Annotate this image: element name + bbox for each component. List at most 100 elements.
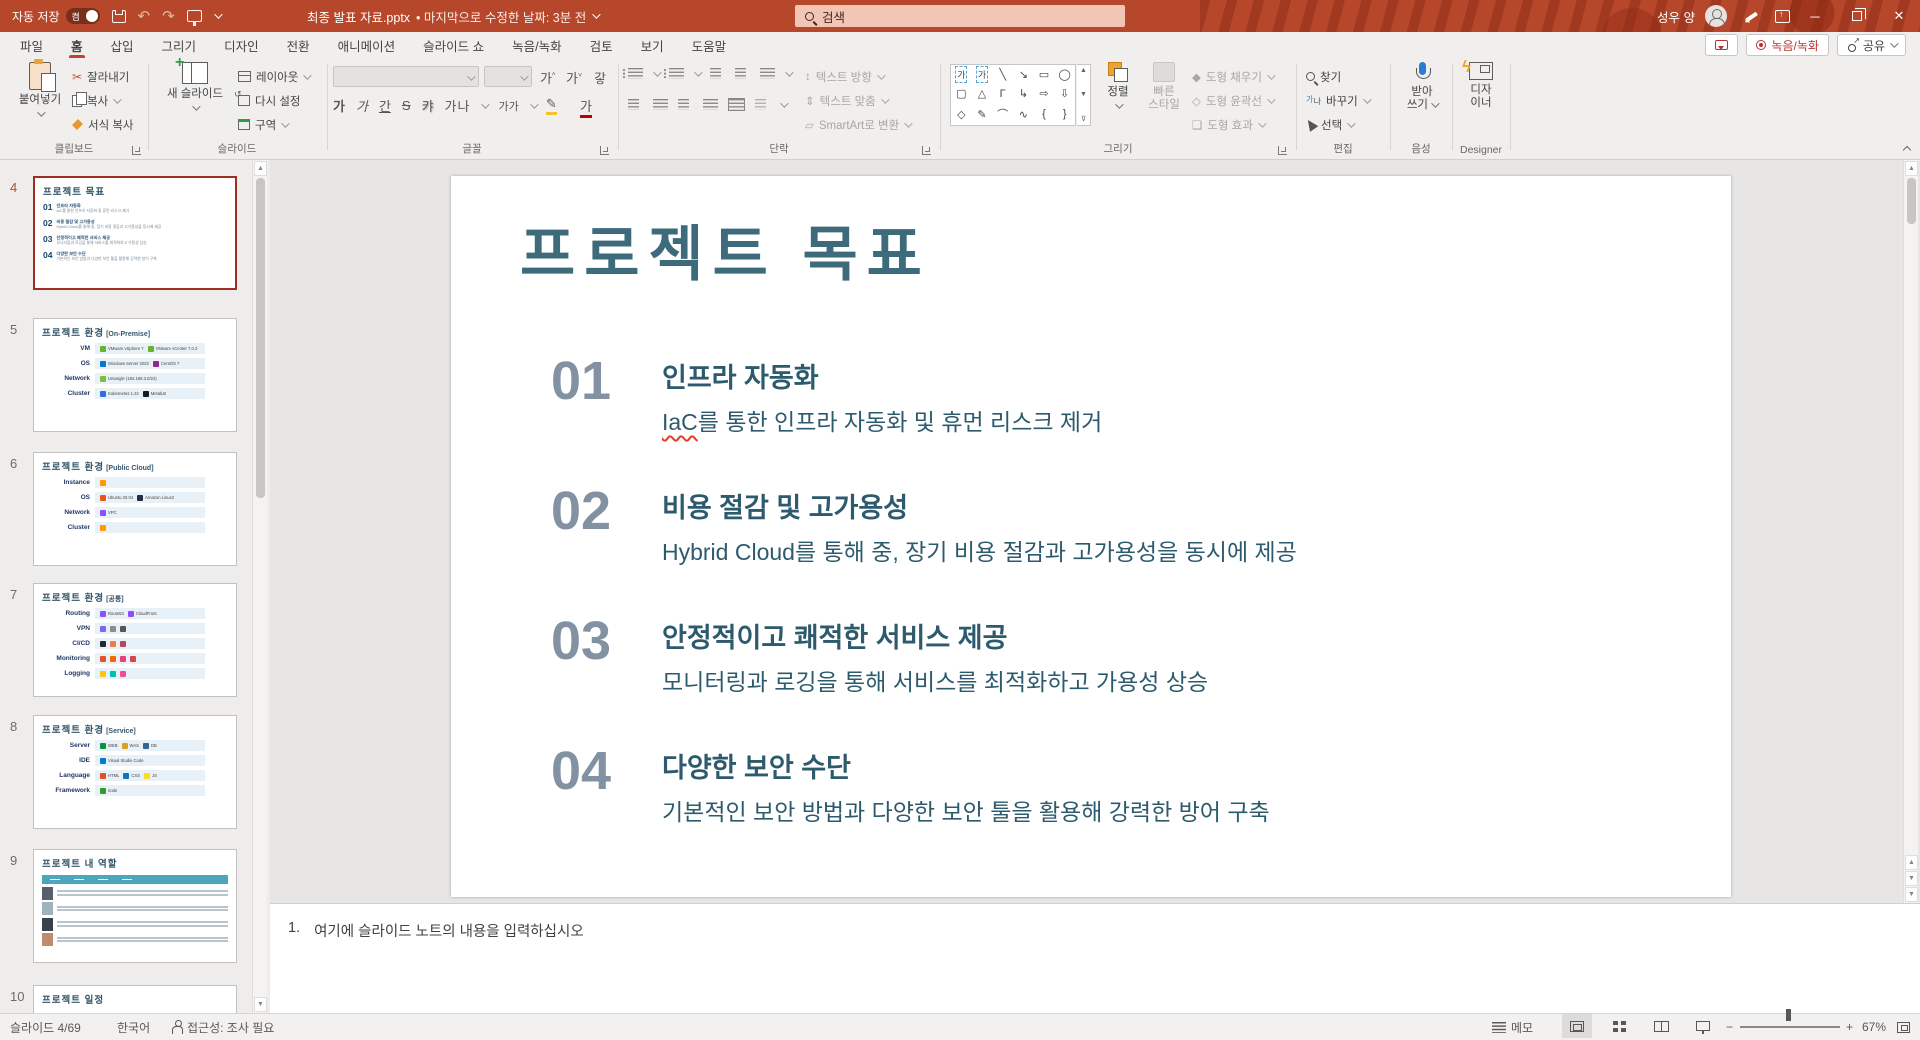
tab-도움말[interactable]: 도움말	[678, 32, 741, 58]
strikethrough-button[interactable]: S	[402, 98, 411, 113]
close-button[interactable]: ✕	[1878, 0, 1920, 32]
thumbnail-slide-9[interactable]: 프로젝트 내 역할	[33, 849, 237, 963]
thumbnail-scroll-down-icon[interactable]: ▼	[254, 997, 267, 1012]
align-left-icon[interactable]	[628, 99, 643, 110]
zoom-in-button[interactable]: +	[1846, 1014, 1853, 1040]
save-icon[interactable]	[111, 9, 126, 23]
slide-goal-item-03[interactable]: 03 안정적이고 쾌적한 서비스 제공 모니터링과 로깅을 통해 서비스를 최적화하…	[551, 614, 1208, 697]
thumbnail-scrollbar[interactable]: ▲ ▼	[252, 160, 267, 1013]
zoom-slider[interactable]	[1740, 1009, 1840, 1040]
slide-sorter-view-button[interactable]	[1604, 1014, 1634, 1038]
thumbnail-slide-8[interactable]: 프로젝트 환경 [Service] Server WEB WAS DB IDE Visual …	[33, 715, 237, 829]
tab-삽입[interactable]: 삽입	[97, 32, 148, 58]
shape-glyph-1[interactable]: 가	[975, 66, 989, 83]
shape-glyph-8[interactable]: Γ	[1000, 88, 1006, 100]
shape-effects-button[interactable]: ❏ 도형 효과	[1192, 114, 1273, 135]
thumbnail-slide-7[interactable]: 프로젝트 환경 [공통] Routing Route53 CloudFront VPN CI…	[33, 583, 237, 697]
font-name-combobox[interactable]	[333, 66, 479, 87]
underline-button[interactable]: 간	[379, 96, 391, 115]
zoom-out-button[interactable]: −	[1726, 1014, 1733, 1040]
text-shadow-button[interactable]: 캬	[422, 96, 434, 115]
normal-view-button[interactable]	[1562, 1014, 1592, 1038]
thumbnail-slide-6[interactable]: 프로젝트 환경 [Public Cloud] Instance OS Ubuntu 20…	[33, 452, 237, 566]
shape-glyph-7[interactable]: △	[978, 87, 986, 100]
cut-button[interactable]: ✂ 잘라내기	[72, 66, 134, 87]
align-center-icon[interactable]	[653, 99, 668, 110]
tab-검토[interactable]: 검토	[576, 32, 627, 58]
collapse-ribbon-icon[interactable]	[1902, 145, 1912, 155]
restore-button[interactable]	[1836, 0, 1878, 32]
text-direction-button[interactable]: ↕ 텍스트 방향	[805, 66, 910, 87]
grow-font-button[interactable]: 가^	[540, 68, 555, 87]
previous-slide-icon[interactable]: ▲	[1905, 855, 1918, 870]
redo-icon[interactable]: ↷	[162, 9, 175, 24]
reading-view-button[interactable]	[1646, 1014, 1676, 1038]
convert-smartart-button[interactable]: ▱ SmartArt로 변환	[805, 114, 913, 135]
replace-button[interactable]: 바꾸기	[1306, 90, 1372, 111]
columns-icon[interactable]	[728, 98, 745, 111]
text-highlight-color-button[interactable]: ✎	[546, 96, 557, 115]
numbering-icon[interactable]	[664, 68, 684, 79]
start-presentation-icon[interactable]	[186, 10, 202, 26]
shape-glyph-10[interactable]: ⇨	[1039, 87, 1048, 100]
shape-glyph-11[interactable]: ⇩	[1060, 87, 1069, 100]
canvas-scroll-down-icon[interactable]: ▼	[1905, 887, 1918, 902]
font-color-button[interactable]: 가	[580, 96, 592, 118]
tab-녹음/녹화[interactable]: 녹음/녹화	[498, 32, 575, 58]
decrease-indent-icon[interactable]	[710, 68, 725, 79]
comments-button[interactable]	[1705, 34, 1739, 56]
shape-fill-button[interactable]: ◆ 도형 채우기	[1192, 66, 1276, 87]
shapes-gallery[interactable]: 가 가 ╲ ↘ ▭ ◯ ▢ △ Γ ↳ ⇨ ⇩ ◇ ✎ ⌒ ∿ {}	[950, 64, 1076, 126]
find-button[interactable]: 찾기	[1306, 66, 1369, 87]
shapes-gallery-scroll[interactable]: ▲ ▼ ⊽	[1077, 64, 1091, 126]
language-indicator[interactable]: 한국어	[117, 1014, 150, 1040]
clear-formatting-button[interactable]: 갛	[594, 68, 606, 87]
tab-슬라이드 쇼[interactable]: 슬라이드 쇼	[409, 32, 498, 58]
shape-glyph-9[interactable]: ↳	[1019, 87, 1028, 100]
shape-glyph-2[interactable]: ╲	[999, 68, 1006, 81]
tab-디자인[interactable]: 디자인	[210, 32, 273, 58]
layout-button[interactable]: 레이아웃	[238, 66, 312, 87]
select-button[interactable]: 선택	[1303, 114, 1369, 135]
user-name[interactable]: 성우 양	[1657, 7, 1695, 26]
canvas-scroll-up-icon[interactable]: ▲	[1905, 161, 1918, 176]
record-button[interactable]: 녹음/녹화	[1746, 34, 1829, 56]
shape-glyph-3[interactable]: ↘	[1019, 68, 1028, 81]
section-button[interactable]: 구역	[238, 114, 309, 135]
zoom-level[interactable]: 67%	[1862, 1014, 1886, 1040]
thumbnail-scroll-up-icon[interactable]: ▲	[254, 161, 267, 176]
shape-glyph-13[interactable]: ✎	[977, 108, 986, 121]
copy-button[interactable]: 복사	[72, 90, 134, 111]
notes-toggle-button[interactable]: 메모	[1492, 1014, 1533, 1040]
shrink-font-button[interactable]: 가˅	[566, 68, 582, 87]
italic-button[interactable]: 가	[356, 96, 368, 115]
shape-glyph-6[interactable]: ▢	[956, 87, 966, 100]
canvas-scrollbar[interactable]: ▲ ▲ ▼ ▼	[1903, 160, 1918, 903]
thumbnail-slide-5[interactable]: 프로젝트 환경 [On-Premise] VM VMware vSphere 7 VMw…	[33, 318, 237, 432]
line-spacing-icon[interactable]	[760, 68, 775, 79]
quick-access-chevron-icon[interactable]	[213, 10, 223, 19]
slide-goal-item-02[interactable]: 02 비용 절감 및 고가용성 Hybrid Cloud를 통해 중, 장기 비용 …	[551, 484, 1297, 567]
tab-애니메이션[interactable]: 애니메이션	[324, 32, 410, 58]
slide-goal-item-01[interactable]: 01 인프라 자동화 IaC를 통한 인프라 자동화 및 휴먼 리스크 제거	[551, 354, 1102, 437]
add-remove-columns-icon[interactable]	[755, 99, 770, 110]
autosave-toggle[interactable]: 자동 저장 켬	[12, 8, 100, 25]
ribbon-display-options-icon[interactable]	[1775, 9, 1790, 23]
notes-placeholder-text[interactable]: 여기에 슬라이드 노트의 내용을 입력하십시오	[314, 920, 584, 941]
text-align-button[interactable]: ⇕ 텍스트 맞춤	[805, 90, 910, 111]
shape-glyph-12[interactable]: ◇	[957, 108, 965, 121]
zoom-slider-thumb[interactable]	[1786, 1009, 1791, 1021]
shape-glyph-5[interactable]: ◯	[1059, 68, 1071, 81]
slide-title[interactable]: 프로젝트 목표	[520, 206, 931, 293]
tab-file[interactable]: 파일	[6, 32, 57, 58]
quick-styles-button[interactable]: 빠른 스타일	[1142, 62, 1186, 154]
align-right-icon[interactable]	[678, 99, 693, 110]
shape-glyph-15[interactable]: ∿	[1019, 108, 1028, 121]
character-spacing-button[interactable]: 가나	[445, 96, 471, 115]
increase-indent-icon[interactable]	[735, 68, 750, 79]
paragraph-dialog-launcher-icon[interactable]	[922, 146, 931, 155]
thumbnail-slide-10[interactable]: 프로젝트 일정	[33, 985, 237, 1013]
shape-glyph-14[interactable]: ⌒	[997, 106, 1008, 122]
slide-number-indicator[interactable]: 슬라이드 4/69	[10, 1014, 81, 1040]
font-size-combobox[interactable]	[484, 66, 532, 87]
